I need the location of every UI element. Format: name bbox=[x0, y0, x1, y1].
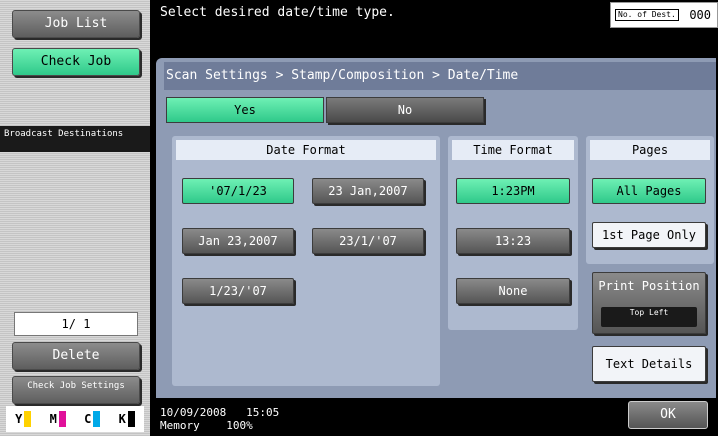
toner-black-bar bbox=[127, 411, 135, 427]
print-position-button[interactable]: Print Position Top Left bbox=[592, 272, 706, 334]
print-position-value: Top Left bbox=[601, 307, 697, 327]
dest-count-label: No. of Dest. bbox=[615, 9, 679, 21]
broadcast-destinations-label: Broadcast Destinations bbox=[0, 126, 150, 152]
toner-levels: Y M C K bbox=[6, 406, 144, 432]
date-format-option-5[interactable]: 1/23/'07 bbox=[182, 278, 294, 304]
memory-line: Memory 100% bbox=[160, 419, 279, 432]
toner-magenta-label: M bbox=[49, 412, 57, 426]
time-format-option-2[interactable]: 13:23 bbox=[456, 228, 570, 254]
time-format-option-1[interactable]: 1:23PM bbox=[456, 178, 570, 204]
destination-count: No. of Dest. 000 bbox=[610, 2, 718, 28]
page-counter: 1/ 1 bbox=[14, 312, 138, 336]
yes-toggle-button[interactable]: Yes bbox=[166, 97, 324, 123]
ok-button[interactable]: OK bbox=[628, 401, 708, 429]
date-format-header: Date Format bbox=[176, 140, 436, 160]
time-format-header: Time Format bbox=[452, 140, 574, 160]
datetime-line: 10/09/2008 15:05 bbox=[160, 406, 279, 419]
text-details-button[interactable]: Text Details bbox=[592, 346, 706, 382]
date-format-option-2[interactable]: 23 Jan,2007 bbox=[312, 178, 424, 204]
date-format-group: Date Format bbox=[172, 136, 440, 386]
check-job-settings-button[interactable]: Check Job Settings bbox=[12, 376, 140, 404]
memory-value: 100% bbox=[226, 419, 253, 432]
datetime-memory: 10/09/2008 15:05 Memory 100% bbox=[160, 406, 279, 432]
toner-cyan: C bbox=[84, 411, 101, 427]
toner-magenta: M bbox=[50, 411, 66, 427]
toner-yellow-label: Y bbox=[15, 412, 23, 426]
toner-magenta-bar bbox=[58, 411, 66, 427]
no-toggle-button[interactable]: No bbox=[326, 97, 484, 123]
job-list-button[interactable]: Job List bbox=[12, 10, 140, 38]
first-page-only-button[interactable]: 1st Page Only bbox=[592, 222, 706, 248]
breadcrumb: Scan Settings > Stamp/Composition > Date… bbox=[164, 62, 716, 90]
all-pages-button[interactable]: All Pages bbox=[592, 178, 706, 204]
pages-header: Pages bbox=[590, 140, 710, 160]
time-format-option-none[interactable]: None bbox=[456, 278, 570, 304]
left-sidebar: Job List Check Job Broadcast Destination… bbox=[0, 0, 150, 436]
date-format-option-4[interactable]: 23/1/'07 bbox=[312, 228, 424, 254]
toner-yellow-bar bbox=[24, 411, 32, 427]
message-bar: Select desired date/time type. No. of De… bbox=[150, 0, 718, 56]
instruction-message: Select desired date/time type. bbox=[160, 5, 395, 20]
status-date: 10/09/2008 bbox=[160, 406, 227, 419]
date-format-option-1[interactable]: '07/1/23 bbox=[182, 178, 294, 204]
memory-label: Memory bbox=[160, 419, 200, 432]
date-format-option-3[interactable]: Jan 23,2007 bbox=[182, 228, 294, 254]
toner-cyan-label: C bbox=[84, 412, 92, 426]
print-position-label: Print Position bbox=[598, 279, 700, 293]
dest-count-value: 000 bbox=[689, 8, 711, 22]
toner-black-label: K bbox=[118, 412, 126, 426]
delete-button[interactable]: Delete bbox=[12, 342, 140, 370]
copier-screen: Job List Check Job Broadcast Destination… bbox=[0, 0, 718, 436]
toner-black: K bbox=[119, 411, 135, 427]
toner-yellow: Y bbox=[15, 411, 32, 427]
toner-cyan-bar bbox=[93, 411, 101, 427]
check-job-button[interactable]: Check Job bbox=[12, 48, 140, 76]
status-time: 15:05 bbox=[246, 406, 280, 419]
